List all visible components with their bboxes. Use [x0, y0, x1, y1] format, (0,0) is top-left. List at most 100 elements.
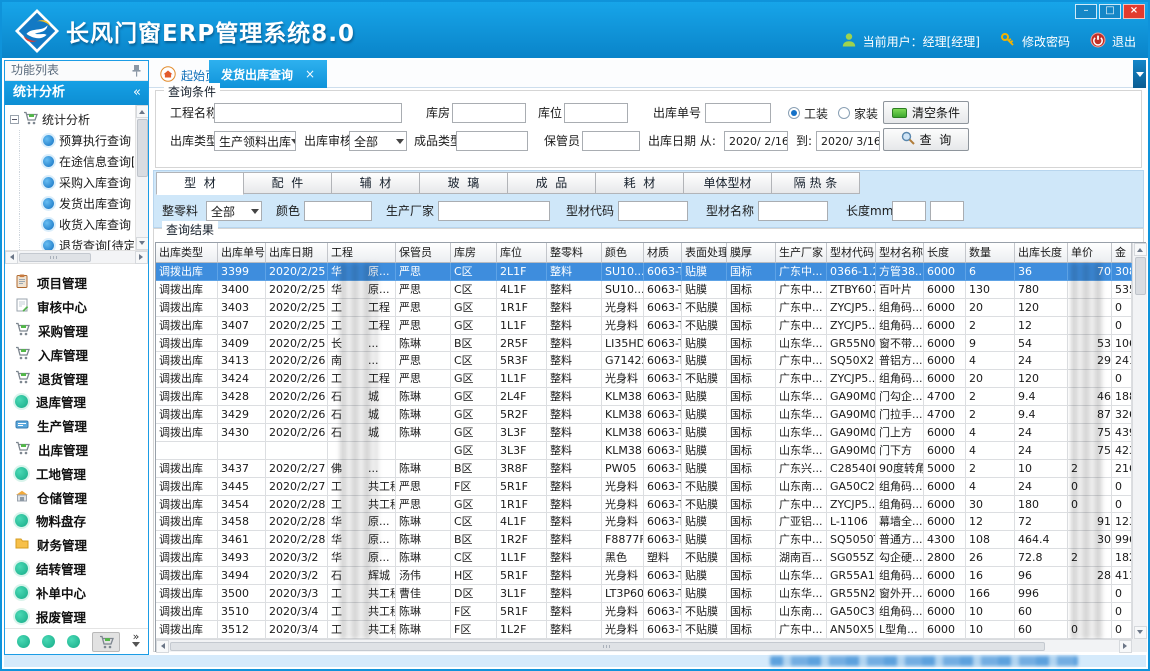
table-v-scrollbar[interactable] [1132, 243, 1147, 639]
sidebar-tree-item[interactable]: 退货查询[待定] [19, 235, 134, 251]
warehouse-input[interactable] [452, 103, 526, 123]
material-tab-5[interactable]: 耗 材 [596, 172, 684, 194]
toolbar-circle-icon[interactable] [17, 635, 30, 648]
table-row[interactable]: 调拨出库34002020/2/25华原...严思C区4L1F整料SU10...6… [156, 281, 1132, 299]
tab-active[interactable]: 发货出库查询 × [209, 60, 327, 88]
column-header[interactable]: 颜色 [602, 243, 644, 263]
table-row[interactable]: 调拨出库34292020/2/26石城陈琳G区5R2F整料KLM38176063… [156, 406, 1132, 424]
sidebar-tree-item[interactable]: 采购入库查询 [19, 172, 134, 193]
column-header[interactable]: 型材代码 [827, 243, 876, 263]
column-header[interactable]: 膜厚 [727, 243, 776, 263]
scroll-left-icon[interactable] [5, 251, 18, 264]
column-header[interactable]: 整零料 [547, 243, 602, 263]
out-type-select[interactable]: 生产领料出库 [214, 131, 296, 151]
clear-conditions-button[interactable]: 清空条件 [883, 101, 969, 124]
table-row[interactable]: 调拨出库34282020/2/26石城陈琳G区2L4F整料KLM38176063… [156, 388, 1132, 406]
column-header[interactable]: 出库单号 [218, 243, 266, 263]
material-tab-7[interactable]: 隔 热 条 [772, 172, 860, 194]
radio-gongzhuang[interactable]: 工装 [788, 103, 828, 123]
scroll-left-icon[interactable] [156, 640, 169, 653]
column-header[interactable]: 长度 [924, 243, 966, 263]
table-row[interactable]: 调拨出库34942020/3/2石辉城汤伟H区5R1F整料光身料6063-T5贴… [156, 567, 1132, 585]
table-row[interactable]: 调拨出库34092020/2/25长...陈琳B区2R5F整料LI35HD606… [156, 335, 1132, 353]
column-header[interactable]: 保管员 [396, 243, 451, 263]
material-tab-4[interactable]: 成 品 [508, 172, 596, 194]
change-password-link[interactable]: 修改密码 [1022, 33, 1070, 50]
toolbar-circle-icon[interactable] [67, 635, 80, 648]
column-header[interactable]: 金 [1112, 243, 1132, 263]
search-button[interactable]: 查 询 [883, 128, 969, 151]
sidebar-module-出库管理[interactable]: 出库管理 [15, 438, 148, 462]
sidebar-module-项目管理[interactable]: 项目管理 [15, 271, 148, 295]
window-minimize-button[interactable]: – [1075, 4, 1097, 19]
date-to-select[interactable]: 2020/ 3/16 [816, 131, 880, 151]
table-row[interactable]: 调拨出库34452020/2/27工共工程严思F区5R1F整料光身料6063-T… [156, 478, 1132, 496]
radio-jiazhuang[interactable]: 家装 [838, 103, 878, 123]
scroll-down-icon[interactable] [136, 237, 149, 250]
sidebar-module-采购管理[interactable]: 采购管理 [15, 319, 148, 343]
sidebar-module-报废管理[interactable]: 报废管理 [15, 604, 148, 628]
sidebar-module-物料盘存[interactable]: 物料盘存 [15, 509, 148, 533]
sidebar-module-入库管理[interactable]: 入库管理 [15, 342, 148, 366]
sidebar-section-header[interactable]: 统计分析 « [5, 81, 148, 105]
table-row[interactable]: 调拨出库34032020/2/25工工程严思G区1R1F整料光身料6063-T5… [156, 299, 1132, 317]
table-row[interactable]: 调拨出库35002020/3/3工共工程曹佳D区3L1F整料LT3P606063… [156, 585, 1132, 603]
table-h-scrollbar[interactable] [156, 639, 1132, 652]
table-row[interactable]: 调拨出库34612020/2/28华原...陈琳B区1R2F整料F8877FT6… [156, 531, 1132, 549]
material-tab-0[interactable]: 型 材 [156, 172, 244, 195]
toolbar-circle-icon[interactable] [42, 635, 55, 648]
table-row[interactable]: 调拨出库34132020/2/26南...严思C区5R3F整料G71422606… [156, 352, 1132, 370]
tab-overflow-button[interactable] [1133, 60, 1146, 88]
table-row[interactable]: 调拨出库34302020/2/26石城陈琳G区3L3F整料KLM38176063… [156, 424, 1132, 442]
material-tab-6[interactable]: 单体型材 [684, 172, 772, 194]
sidebar-module-退库管理[interactable]: 退库管理 [15, 390, 148, 414]
table-row[interactable]: 调拨出库33992020/2/25华原...严思C区2L1F整料SU10...6… [156, 263, 1132, 281]
color-input[interactable] [304, 201, 372, 221]
table-row[interactable]: 调拨出库34542020/2/28工共工程严思G区1R1F整料光身料6063-T… [156, 496, 1132, 514]
location-input[interactable] [564, 103, 628, 123]
tab-close-icon[interactable]: × [305, 67, 315, 81]
tree-expander-icon[interactable] [10, 115, 19, 124]
sidebar-module-工地管理[interactable]: 工地管理 [15, 461, 148, 485]
tree-scroll-thumb[interactable] [137, 119, 148, 177]
profile-name-input[interactable] [758, 201, 828, 221]
project-name-input[interactable] [214, 103, 402, 123]
product-type-input[interactable] [456, 131, 528, 151]
scroll-down-icon[interactable] [1134, 626, 1147, 639]
table-row[interactable]: 调拨出库35122020/3/4工共工程陈琳F区1L2F整料光身料6063-T5… [156, 621, 1132, 639]
scroll-right-icon[interactable] [135, 251, 148, 264]
sidebar-tree-item[interactable]: 预算执行查询 [19, 130, 134, 151]
column-header[interactable]: 单价 [1068, 243, 1112, 263]
sidebar-module-财务管理[interactable]: 财务管理 [15, 533, 148, 557]
column-header[interactable]: 数量 [966, 243, 1015, 263]
tree-v-scrollbar[interactable] [135, 105, 148, 250]
scroll-right-icon[interactable] [1119, 640, 1132, 653]
column-header[interactable]: 出库日期 [266, 243, 328, 263]
table-vscroll-thumb[interactable] [1135, 257, 1146, 295]
column-header[interactable]: 出库类型 [156, 243, 218, 263]
table-row[interactable]: 调拨出库34932020/3/2华原...陈琳C区1L1F整料黑色塑料不贴膜国标… [156, 549, 1132, 567]
sidebar-module-生产管理[interactable]: 生产管理 [15, 414, 148, 438]
material-tab-1[interactable]: 配 件 [244, 172, 332, 194]
keeper-input[interactable] [582, 131, 640, 151]
pin-icon[interactable] [131, 64, 143, 78]
scroll-up-icon[interactable] [1134, 243, 1147, 256]
column-header[interactable]: 出库长度 [1015, 243, 1068, 263]
scroll-up-icon[interactable] [136, 105, 149, 118]
table-row[interactable]: 调拨出库35102020/3/4工共工程陈琳F区5R1F整料光身料6063-T5… [156, 603, 1132, 621]
table-row[interactable]: 调拨出库34242020/2/26工工程严思G区1L1F整料光身料6063-T5… [156, 370, 1132, 388]
table-row[interactable]: 调拨出库34582020/2/28华原...陈琳C区4L1F整料光身料6063-… [156, 513, 1132, 531]
column-header[interactable]: 库位 [497, 243, 547, 263]
window-maximize-button[interactable]: □ [1099, 4, 1121, 19]
sidebar-module-仓储管理[interactable]: 仓储管理 [15, 485, 148, 509]
sidebar-module-退货管理[interactable]: 退货管理 [15, 366, 148, 390]
toolbar-overflow-button[interactable]: » [132, 633, 140, 651]
length-to-input[interactable] [930, 201, 964, 221]
table-row[interactable]: G区3L3F整料KLM38176063-T5贴膜国标山东华...GA90M09.… [156, 442, 1132, 460]
toolbar-cart-button[interactable] [92, 632, 120, 652]
audit-select[interactable]: 全部 [349, 131, 407, 151]
sidebar-module-审核中心[interactable]: 审核中心 [15, 295, 148, 319]
column-header[interactable]: 材质 [644, 243, 682, 263]
table-row[interactable]: 调拨出库34372020/2/27佛...陈琳B区3R8F整料PW056063-… [156, 460, 1132, 478]
table-row[interactable]: 调拨出库34072020/2/25工工程严思G区1L1F整料光身料6063-T5… [156, 317, 1132, 335]
